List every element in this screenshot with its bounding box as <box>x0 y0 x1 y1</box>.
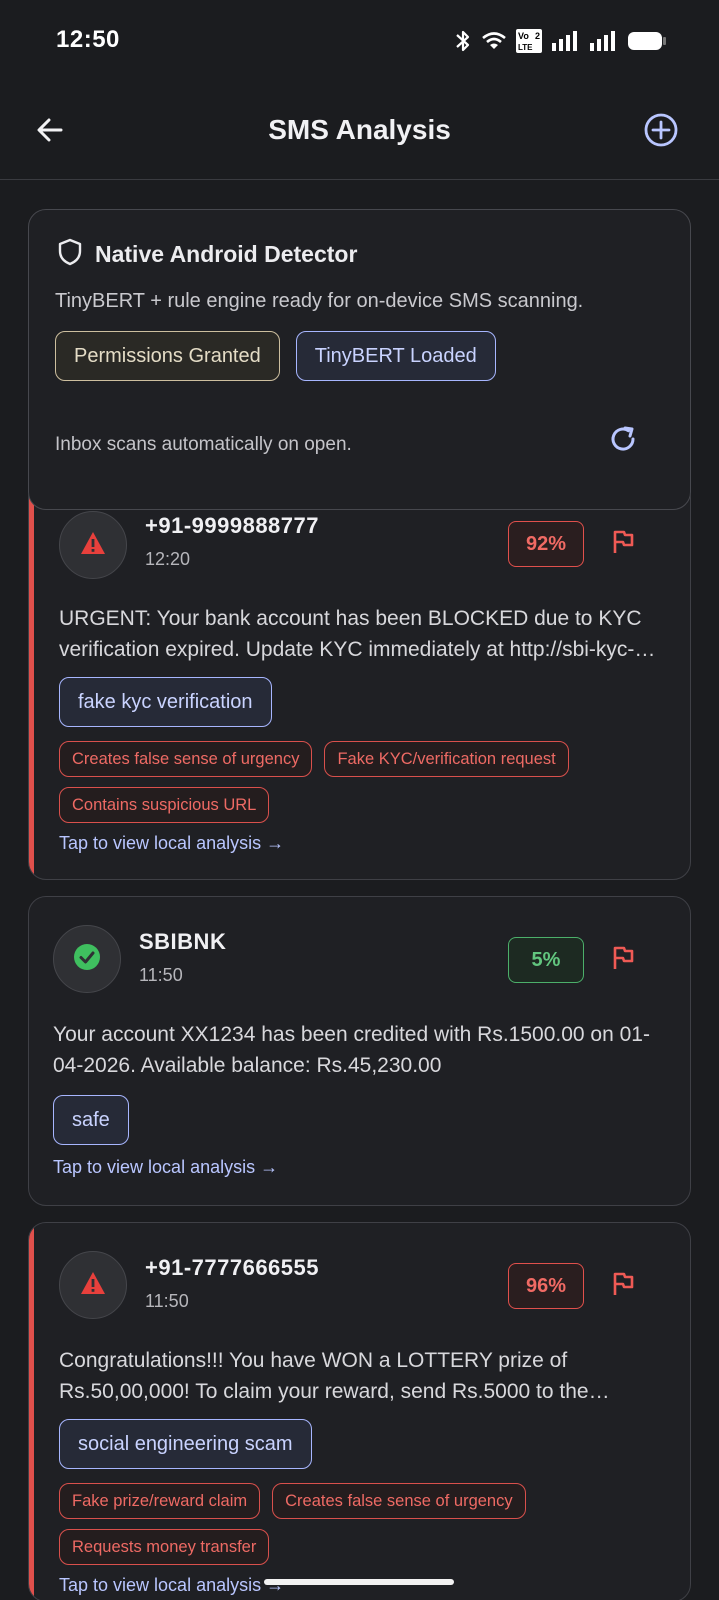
detector-header: Native Android Detector <box>57 238 357 271</box>
volte-icon: Vo 2 LTE <box>515 28 543 54</box>
message-time: 12:20 <box>145 549 191 569</box>
refresh-icon <box>608 424 638 459</box>
plus-circle-icon <box>643 112 679 153</box>
message-time: 11:50 <box>139 965 183 985</box>
message-card[interactable]: +91-9999888777 12:20 92% URGENT: Your ba… <box>28 480 691 880</box>
wifi-icon <box>481 30 507 52</box>
reason-tag: Requests money transfer <box>59 1529 270 1565</box>
sms-analysis-screen: 12:50 Vo 2 LTE SMS Analysis Native Andro… <box>0 0 719 1600</box>
status-bar: 12:50 Vo 2 LTE <box>0 0 719 82</box>
risk-score-badge: 92% <box>508 521 584 567</box>
detector-note: Inbox scans automatically on open. <box>55 434 352 455</box>
status-time: 12:50 <box>56 26 120 53</box>
avatar <box>53 925 121 993</box>
message-body: Your account XX1234 has been credited wi… <box>53 1023 650 1077</box>
shield-icon <box>57 238 83 271</box>
reason-tag: Fake KYC/verification request <box>324 741 569 777</box>
flag-button[interactable] <box>608 529 638 559</box>
model-status-chip[interactable]: TinyBERT Loaded <box>295 331 496 381</box>
warning-icon <box>80 531 106 560</box>
signal-icon <box>589 30 619 52</box>
svg-text:Vo: Vo <box>518 31 529 41</box>
view-analysis-link[interactable]: Tap to view local analysis → <box>59 1575 284 1596</box>
message-list: +91-9999888777 12:20 92% URGENT: Your ba… <box>28 480 691 1600</box>
flag-button[interactable] <box>608 1271 638 1301</box>
signal-icon <box>551 30 581 52</box>
detector-title: Native Android Detector <box>95 241 358 267</box>
flag-icon <box>611 1271 635 1302</box>
view-analysis-link[interactable]: Tap to view local analysis → <box>59 833 284 854</box>
page-title: SMS Analysis <box>268 114 451 145</box>
reason-tags: Fake prize/reward claim Creates false se… <box>59 1483 666 1565</box>
status-icons: Vo 2 LTE <box>453 28 667 54</box>
reason-tag: Fake prize/reward claim <box>59 1483 261 1519</box>
detector-description: TinyBERT + rule engine ready for on-devi… <box>55 290 584 312</box>
sender: +91-9999888777 <box>145 513 319 538</box>
flag-icon <box>611 529 635 560</box>
reason-tags: Creates false sense of urgency Fake KYC/… <box>59 741 666 823</box>
app-bar: SMS Analysis <box>0 82 719 180</box>
category-chip: social engineering scam <box>59 1419 312 1469</box>
sender: SBIBNK <box>139 929 227 954</box>
reason-tag: Contains suspicious URL <box>59 787 270 823</box>
message-body: URGENT: Your bank account has been BLOCK… <box>59 607 642 661</box>
view-analysis-link[interactable]: Tap to view local analysis → <box>53 1157 278 1178</box>
flag-icon <box>611 945 635 976</box>
permissions-chip[interactable]: Permissions Granted <box>55 331 280 381</box>
detector-card: Native Android Detector TinyBERT + rule … <box>28 209 691 510</box>
bluetooth-icon <box>453 29 473 53</box>
sender: +91-7777666555 <box>145 1255 319 1280</box>
home-indicator[interactable] <box>264 1579 454 1585</box>
warning-icon <box>80 1271 106 1300</box>
message-card[interactable]: +91-7777666555 11:50 96% Congratulations… <box>28 1222 691 1600</box>
message-time: 11:50 <box>145 1291 189 1311</box>
battery-icon <box>627 30 667 52</box>
message-card[interactable]: SBIBNK 11:50 5% Your account XX1234 has … <box>28 896 691 1206</box>
reason-tag: Creates false sense of urgency <box>272 1483 526 1519</box>
avatar <box>59 1251 127 1319</box>
message-body: Congratulations!!! You have WON a LOTTER… <box>59 1349 589 1403</box>
refresh-button[interactable] <box>606 424 640 458</box>
risk-score-badge: 96% <box>508 1263 584 1309</box>
category-chip: fake kyc verification <box>59 677 272 727</box>
risk-score-badge: 5% <box>508 937 584 983</box>
reason-tag: Creates false sense of urgency <box>59 741 313 777</box>
svg-text:2: 2 <box>535 31 540 41</box>
category-chip: safe <box>53 1095 129 1145</box>
avatar <box>59 511 127 579</box>
check-circle-icon <box>73 943 101 976</box>
svg-text:LTE: LTE <box>518 43 533 52</box>
flag-button[interactable] <box>608 945 638 975</box>
add-button[interactable] <box>641 112 681 152</box>
detector-chips: Permissions Granted TinyBERT Loaded <box>55 331 496 381</box>
